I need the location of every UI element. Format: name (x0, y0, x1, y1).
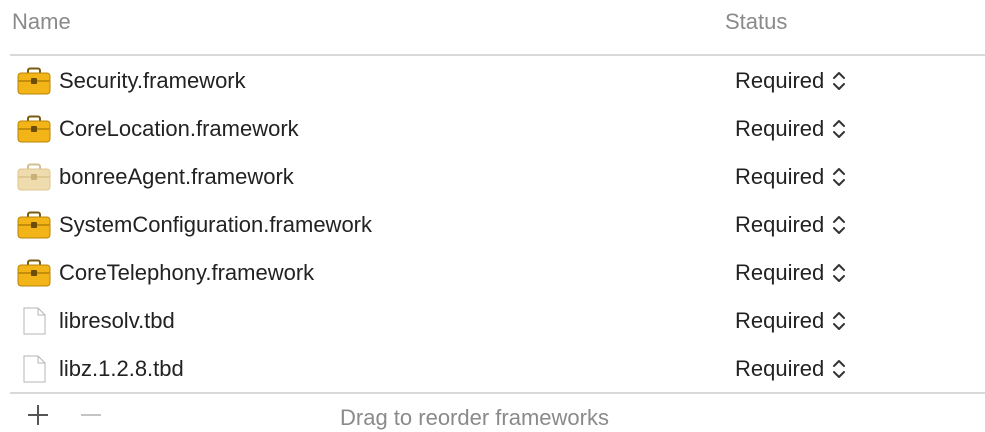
framework-name: bonreeAgent.framework (59, 164, 294, 189)
status-popup[interactable]: Required (735, 114, 846, 144)
document-icon (17, 307, 51, 335)
up-down-chevron-icon (832, 118, 846, 140)
status-popup[interactable]: Required (735, 210, 846, 240)
status-popup[interactable]: Required (735, 258, 846, 288)
table-row[interactable]: bonreeAgent.framework Required (0, 153, 985, 201)
column-header-name[interactable]: Name (12, 9, 71, 35)
status-popup[interactable]: Required (735, 66, 846, 96)
status-popup[interactable]: Required (735, 162, 846, 192)
linked-frameworks-panel: Name Status Security.framework Required (0, 0, 985, 432)
status-value: Required (735, 356, 825, 381)
toolbox-icon (17, 67, 51, 95)
status-value: Required (735, 164, 825, 189)
table-row[interactable]: CoreTelephony.framework Required (0, 249, 985, 297)
status-value: Required (735, 116, 825, 141)
framework-name: CoreTelephony.framework (59, 260, 315, 285)
table-row[interactable]: SystemConfiguration.framework Required (0, 201, 985, 249)
status-popup[interactable]: Required (735, 306, 846, 336)
status-value: Required (735, 308, 825, 333)
status-value: Required (735, 260, 825, 285)
up-down-chevron-icon (832, 214, 846, 236)
status-value: Required (735, 212, 825, 237)
framework-name: libz.1.2.8.tbd (59, 356, 184, 381)
reorder-hint: Drag to reorder frameworks (340, 405, 609, 430)
framework-name: Security.framework (59, 68, 246, 93)
up-down-chevron-icon (832, 262, 846, 284)
minus-icon[interactable] (80, 404, 102, 426)
toolbox-faded-icon (17, 163, 51, 191)
framework-name: CoreLocation.framework (59, 116, 299, 141)
up-down-chevron-icon (832, 358, 846, 380)
status-value: Required (735, 68, 825, 93)
table-row[interactable]: Security.framework Required (0, 57, 985, 105)
toolbox-icon (17, 211, 51, 239)
table-row[interactable]: CoreLocation.framework Required (0, 105, 985, 153)
framework-name: SystemConfiguration.framework (59, 212, 373, 237)
up-down-chevron-icon (832, 166, 846, 188)
column-header-status[interactable]: Status (725, 9, 787, 35)
table-row[interactable]: libz.1.2.8.tbd Required (0, 345, 985, 393)
toolbox-icon (17, 115, 51, 143)
footer-divider (10, 392, 985, 394)
table-row[interactable]: libresolv.tbd Required (0, 297, 985, 345)
up-down-chevron-icon (832, 70, 846, 92)
toolbox-icon (17, 259, 51, 287)
header-divider (10, 54, 985, 56)
up-down-chevron-icon (832, 310, 846, 332)
plus-icon[interactable] (27, 404, 49, 426)
status-popup[interactable]: Required (735, 354, 846, 384)
framework-list: Security.framework Required CoreLocation… (0, 57, 985, 393)
table-header: Name Status (0, 0, 985, 44)
document-icon (17, 355, 51, 383)
framework-name: libresolv.tbd (59, 308, 175, 333)
